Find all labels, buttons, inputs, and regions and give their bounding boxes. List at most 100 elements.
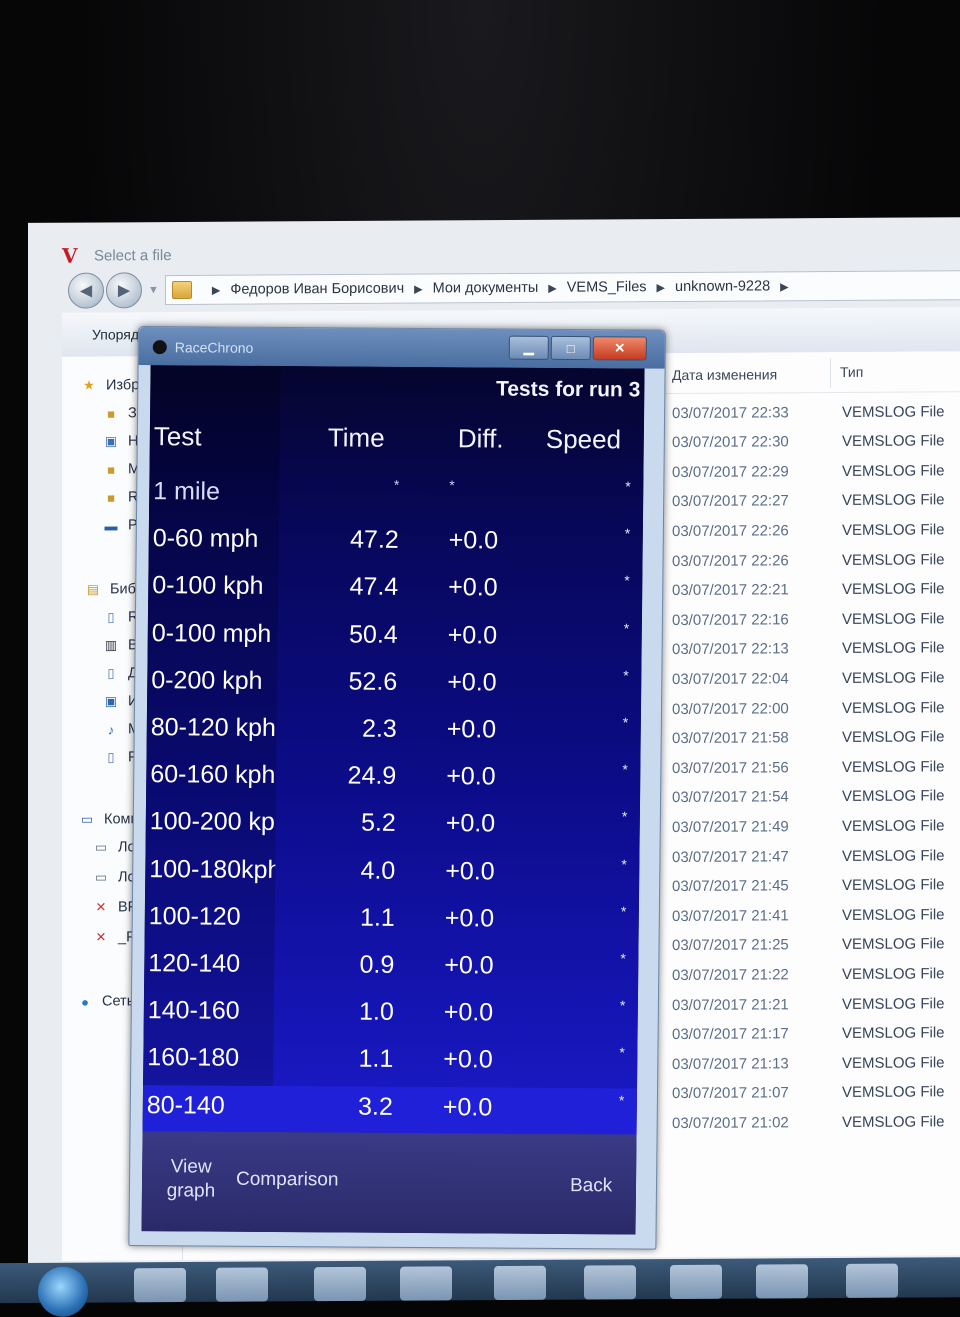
test-row[interactable]: 120-140 0.9 +0.0 * (144, 943, 638, 992)
chevron-right-icon[interactable]: ▶ (212, 283, 220, 296)
chevron-right-icon[interactable]: ▶ (780, 280, 788, 293)
breadcrumb-item[interactable]: VEMS_Files (567, 279, 647, 295)
file-row[interactable]: 03/07/2017 22:13 VEMSLOG File (672, 634, 945, 664)
file-row[interactable]: 03/07/2017 21:54 VEMSLOG File (672, 782, 945, 812)
file-row[interactable]: 03/07/2017 22:04 VEMSLOG File (672, 664, 945, 694)
file-row[interactable]: 03/07/2017 22:33 VEMSLOG File (672, 397, 945, 427)
file-row[interactable]: 03/07/2017 21:07 VEMSLOG File (672, 1078, 945, 1108)
test-row[interactable]: 0-200 kph 52.6 +0.0 * (147, 660, 641, 709)
racechrono-window: RaceChrono ▁ □ ✕ Tests for run 3 Test Ti… (128, 326, 666, 1250)
taskbar-button[interactable] (584, 1265, 636, 1300)
nav-item[interactable]: ▭ Ло (92, 834, 136, 860)
taskbar-button[interactable] (314, 1266, 366, 1302)
nav-item[interactable]: ✕ BF (92, 894, 137, 920)
file-date: 03/07/2017 22:27 (672, 492, 789, 511)
test-row[interactable]: 60-160 kph 24.9 +0.0 * (146, 754, 640, 803)
file-type: VEMSLOG File (842, 906, 945, 924)
test-speed: * (618, 1091, 625, 1109)
navigation-bar: ◀ ▶ ▼ ▶ Федоров Иван Борисович ▶ Мои док… (68, 265, 960, 311)
breadcrumb-item[interactable]: Мои документы (433, 280, 539, 297)
file-row[interactable]: 03/07/2017 21:25 VEMSLOG File (672, 930, 945, 960)
column-divider[interactable] (830, 358, 831, 389)
forward-arrow-icon[interactable]: ▶ (106, 272, 142, 309)
file-row[interactable]: 03/07/2017 21:13 VEMSLOG File (672, 1049, 945, 1079)
breadcrumb-item[interactable]: unknown-9228 (675, 278, 770, 295)
column-header-date[interactable]: Дата изменения (672, 366, 777, 383)
taskbar-button[interactable] (494, 1265, 546, 1301)
file-dialog-title: Select a file (94, 246, 172, 265)
file-row[interactable]: 03/07/2017 21:45 VEMSLOG File (672, 871, 945, 901)
file-date: 03/07/2017 21:54 (672, 788, 789, 807)
chevron-right-icon[interactable]: ▶ (548, 281, 556, 294)
test-row[interactable]: 100-120 1.1 +0.0 * (145, 896, 639, 945)
test-time: 52.6 (348, 667, 398, 696)
column-header-type[interactable]: Тип (840, 364, 863, 380)
minimize-button[interactable]: ▁ (508, 335, 549, 360)
file-row[interactable]: 03/07/2017 21:58 VEMSLOG File (672, 723, 945, 753)
breadcrumb-item[interactable]: Федоров Иван Борисович (230, 281, 404, 298)
test-row[interactable]: 0-100 kph 47.4 +0.0 * (148, 565, 642, 614)
file-row[interactable]: 03/07/2017 22:27 VEMSLOG File (672, 486, 945, 516)
column-header-diff[interactable]: Diff. (458, 423, 504, 454)
file-row[interactable]: 03/07/2017 21:49 VEMSLOG File (672, 812, 945, 842)
file-row[interactable]: 03/07/2017 21:17 VEMSLOG File (672, 1019, 945, 1049)
test-row[interactable]: 100-200 kph 5.2 +0.0 * (146, 801, 640, 850)
taskbar-button[interactable] (134, 1267, 186, 1303)
comparison-button[interactable]: Comparison (236, 1168, 339, 1193)
file-row[interactable]: 03/07/2017 21:22 VEMSLOG File (672, 960, 945, 990)
file-row[interactable]: 03/07/2017 21:41 VEMSLOG File (672, 901, 945, 931)
file-row[interactable]: 03/07/2017 22:26 VEMSLOG File (672, 545, 945, 575)
test-row[interactable]: 160-180 1.1 +0.0 * (143, 1037, 637, 1086)
nav-item-network[interactable]: ● Сеть (76, 988, 134, 1014)
chevron-right-icon[interactable]: ▶ (414, 282, 422, 295)
test-row[interactable]: 0-60 mph 47.2 +0.0 * (149, 518, 643, 567)
file-row[interactable]: 03/07/2017 22:30 VEMSLOG File (672, 427, 945, 457)
test-row[interactable]: 80-140 3.2 +0.0 * (142, 1084, 638, 1135)
maximize-button[interactable]: □ (550, 335, 591, 361)
start-button-icon[interactable] (38, 1266, 88, 1317)
test-row[interactable]: 0-100 mph 50.4 +0.0 * (148, 613, 642, 662)
taskbar-button[interactable] (670, 1264, 722, 1300)
file-row[interactable]: 03/07/2017 21:56 VEMSLOG File (672, 753, 945, 783)
test-row[interactable]: 80-120 kph 2.3 +0.0 * (147, 707, 641, 756)
file-row[interactable]: 03/07/2017 22:00 VEMSLOG File (672, 693, 945, 723)
test-name: 80-120 kph (150, 713, 277, 742)
file-row[interactable]: 03/07/2017 22:29 VEMSLOG File (672, 457, 945, 487)
nav-item-computer[interactable]: ▭ Комп (78, 806, 139, 832)
nav-item-label: Сеть (102, 993, 135, 1010)
view-graph-button[interactable]: View graph (156, 1155, 226, 1203)
file-date: 03/07/2017 21:17 (672, 1025, 789, 1044)
file-date: 03/07/2017 21:47 (672, 847, 789, 866)
close-button[interactable]: ✕ (592, 336, 647, 361)
address-bar[interactable]: ▶ Федоров Иван Борисович ▶ Мои документы… (164, 270, 960, 306)
taskbar-button[interactable] (400, 1266, 452, 1301)
back-button[interactable]: Back (570, 1174, 612, 1198)
column-header-test[interactable]: Test (154, 421, 202, 452)
chevron-right-icon[interactable]: ▶ (657, 281, 665, 294)
network-drive-icon: ✕ (95, 899, 107, 915)
file-row[interactable]: 03/07/2017 22:16 VEMSLOG File (672, 605, 945, 635)
test-row[interactable]: 100-180kph 4.0 +0.0 * (145, 849, 639, 898)
file-date: 03/07/2017 21:45 (672, 877, 789, 896)
test-time: * (393, 476, 400, 493)
file-row[interactable]: 03/07/2017 21:47 VEMSLOG File (672, 841, 945, 871)
taskbar-button[interactable] (846, 1263, 898, 1298)
file-row[interactable]: 03/07/2017 21:02 VEMSLOG File (672, 1108, 945, 1138)
star-icon: ★ (83, 377, 95, 393)
column-header-time[interactable]: Time (328, 422, 385, 453)
column-header-speed[interactable]: Speed (546, 424, 621, 456)
taskbar-button[interactable] (756, 1264, 808, 1299)
taskbar-button[interactable] (216, 1267, 268, 1302)
file-date: 03/07/2017 21:13 (672, 1054, 789, 1073)
nav-item-favorites[interactable]: ★ Избр (80, 372, 139, 398)
file-row[interactable]: 03/07/2017 22:21 VEMSLOG File (672, 575, 945, 605)
test-row[interactable]: 1 mile * * * (149, 471, 643, 520)
nav-item[interactable]: ▭ Ло (92, 864, 136, 890)
test-row[interactable]: 140-160 1.0 +0.0 * (144, 990, 638, 1039)
file-row[interactable]: 03/07/2017 22:26 VEMSLOG File (672, 516, 945, 546)
history-chevron-down-icon[interactable]: ▼ (148, 284, 159, 296)
file-row[interactable]: 03/07/2017 21:21 VEMSLOG File (672, 989, 945, 1019)
back-arrow-icon[interactable]: ◀ (68, 272, 104, 309)
test-time: 2.3 (361, 714, 397, 743)
file-date: 03/07/2017 21:22 (672, 966, 789, 984)
